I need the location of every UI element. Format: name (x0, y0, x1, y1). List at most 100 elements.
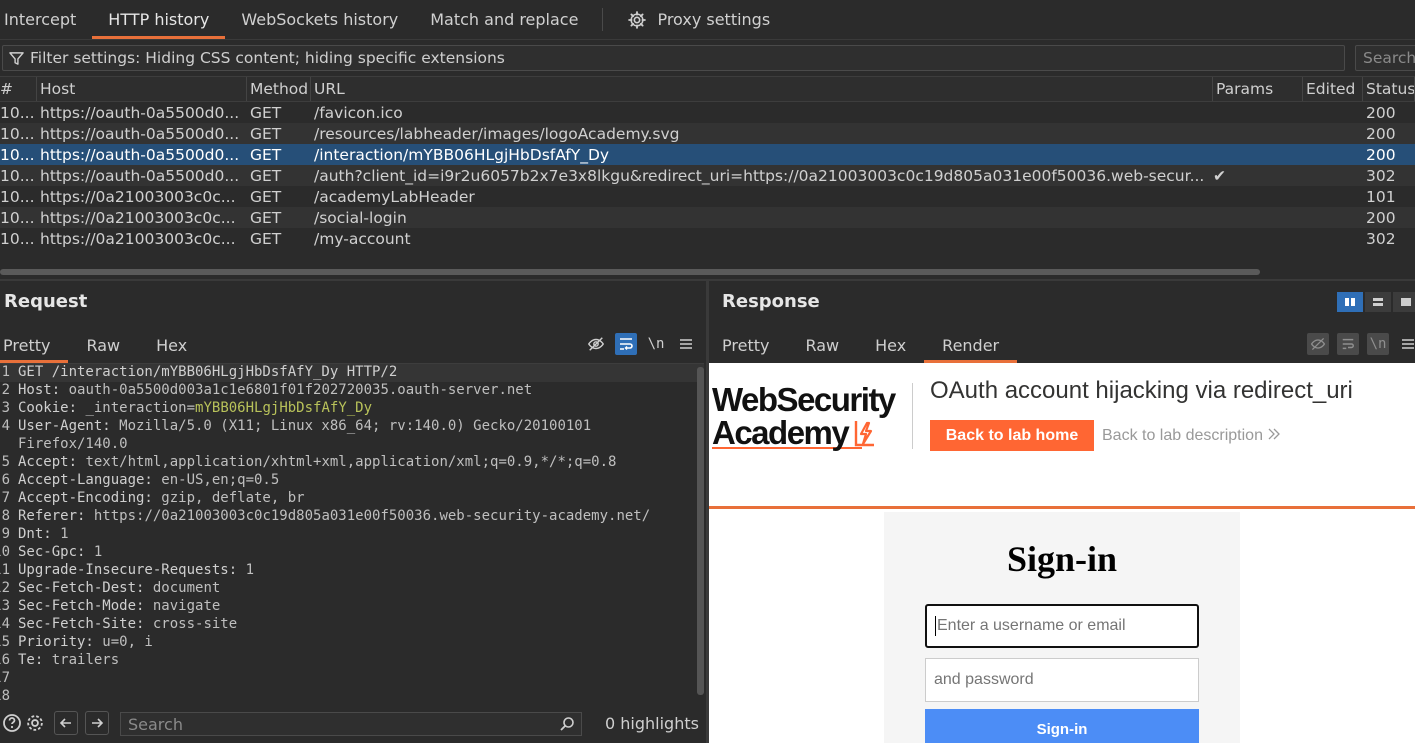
request-vertical-scrollbar[interactable] (697, 367, 704, 695)
back-to-lab-home-button[interactable]: Back to lab home (930, 420, 1094, 451)
header-value: trailers (43, 652, 120, 668)
previous-match-button[interactable] (54, 711, 78, 735)
col-edited[interactable]: Edited (1303, 77, 1363, 101)
web-security-academy-logo: WebSecurity Academy (712, 383, 912, 457)
cell-status: 200 (1366, 145, 1396, 164)
table-row[interactable]: 10... https://oauth-0a5500d0... GET/resour… (0, 123, 1415, 144)
menu-icon[interactable] (1397, 333, 1415, 355)
cell-url: /academyLabHeader (314, 187, 475, 206)
col-method[interactable]: Method (247, 77, 311, 101)
single-pane-icon[interactable] (1393, 292, 1415, 312)
menu-icon[interactable] (675, 333, 697, 355)
response-tab-raw[interactable]: Raw (787, 327, 857, 363)
cell-num: 10... (0, 229, 35, 248)
table-row[interactable]: 10... https://oauth-0a5500d0... GET/favico… (0, 102, 1415, 123)
hide-nonprintable-icon[interactable] (1307, 333, 1329, 355)
next-match-button[interactable] (85, 711, 109, 735)
filter-settings[interactable]: Filter settings: Hiding CSS content; hid… (2, 45, 1345, 71)
cell-status: 101 (1366, 187, 1396, 206)
line-number (0, 436, 12, 454)
cell-num: 10... (0, 208, 35, 227)
signin-button[interactable]: Sign-in (925, 709, 1199, 743)
request-tab-pretty[interactable]: Pretty (0, 327, 69, 363)
cell-num: 10... (0, 103, 35, 122)
line-number: 14 (0, 616, 10, 632)
history-search-input[interactable]: Search (1355, 45, 1415, 71)
col-params[interactable]: Params (1213, 77, 1303, 101)
header-value: _interaction= (77, 400, 196, 416)
header-value: 1 (51, 526, 69, 542)
request-tools: \n (585, 333, 697, 355)
tab-http-history[interactable]: HTTP history (92, 0, 226, 39)
split-horizontal-icon[interactable] (1365, 292, 1391, 312)
table-row[interactable]: 10... https://0a21003003c0c... GET/social-… (0, 207, 1415, 228)
line-content: Firefox/140.0 (12, 436, 128, 454)
request-bottom-bar: Search 0 highlights (0, 703, 707, 743)
rendered-page: WebSecurity Academy OAuth account hijack… (709, 363, 1415, 743)
col-host[interactable]: Host (37, 77, 247, 101)
back-to-lab-description-link[interactable]: Back to lab description (1102, 427, 1281, 445)
tab-websockets-history[interactable]: WebSockets history (225, 0, 414, 39)
logo-line-2: Academy (712, 414, 850, 451)
line-content: Accept: text/html,application/xhtml+xml,… (12, 454, 616, 472)
response-tools: \n (1307, 333, 1415, 355)
line-content: User-Agent: Mozilla/5.0 (X11; Linux x86_… (12, 418, 591, 436)
cell-url: /favicon.ico (314, 103, 403, 122)
word-wrap-icon[interactable] (1337, 333, 1359, 355)
col-number[interactable]: # (0, 77, 37, 101)
line-content: Sec-Fetch-Dest: document (12, 580, 220, 598)
word-wrap-icon[interactable] (615, 333, 637, 355)
tab-intercept[interactable]: Intercept (0, 0, 92, 39)
show-newlines-button[interactable]: \n (1367, 333, 1389, 355)
header-value: Firefox/140.0 (18, 436, 128, 452)
response-pane: Response Pretty Raw Hex Render \n WebSec… (709, 281, 1415, 743)
password-input[interactable]: and password (925, 658, 1199, 702)
help-icon[interactable] (0, 711, 24, 735)
settings-gear-icon[interactable] (23, 711, 47, 735)
header-value: u=0, i (93, 634, 153, 650)
header-key: Dnt: (18, 526, 52, 542)
username-placeholder: Enter a username or email (937, 617, 1126, 634)
table-row[interactable]: 10... https://oauth-0a5500d0... GET/auth?c… (0, 165, 1415, 186)
cell-host: https://oauth-0a5500d0... (40, 124, 240, 143)
tab-match-and-replace[interactable]: Match and replace (414, 0, 594, 39)
table-header: # Host Method URL Params Edited Status (0, 76, 1415, 102)
line-number: 12 (0, 580, 10, 596)
proxy-settings-button[interactable]: Proxy settings (611, 0, 786, 39)
cell-params: ✔ (1213, 166, 1226, 185)
header-value: 1 (237, 562, 255, 578)
request-editor[interactable]: 1 GET /interaction/mYBB06HLgjHbDsfAfY_Dy … (0, 363, 704, 703)
cell-method: GET (250, 145, 282, 164)
double-chevron-right-icon (1268, 428, 1281, 440)
split-vertical-icon[interactable] (1337, 292, 1363, 312)
response-tab-pretty[interactable]: Pretty (709, 327, 787, 363)
cell-host: https://0a21003003c0c... (40, 208, 236, 227)
table-row[interactable]: 10... https://oauth-0a5500d0... GET/intera… (0, 144, 1415, 165)
request-pane: Request Pretty Raw Hex \n 1 GET /interact… (0, 281, 707, 743)
username-input[interactable]: Enter a username or email (925, 604, 1199, 648)
request-tab-raw[interactable]: Raw (68, 327, 138, 363)
request-tab-hex[interactable]: Hex (138, 327, 205, 363)
show-newlines-button[interactable]: \n (645, 333, 667, 355)
request-search-placeholder: Search (128, 714, 183, 734)
table-horizontal-scrollbar[interactable] (0, 269, 1260, 275)
cell-method: GET (250, 187, 282, 206)
cell-params (1213, 228, 1303, 249)
table-row[interactable]: 10... https://0a21003003c0c... GET/academy… (0, 186, 1415, 207)
header-separator (912, 383, 913, 449)
response-tab-render[interactable]: Render (924, 327, 1018, 363)
response-tab-hex[interactable]: Hex (857, 327, 924, 363)
cell-edited (1303, 102, 1363, 123)
col-status[interactable]: Status (1363, 77, 1415, 101)
request-view-tabs: Pretty Raw Hex (0, 327, 205, 363)
request-search-input[interactable]: Search (120, 712, 582, 736)
header-key: Referer: (18, 508, 86, 524)
layout-toggle (1337, 292, 1415, 312)
code-line: 13Sec-Fetch-Mode: navigate (0, 598, 704, 616)
proxy-tabs: Intercept HTTP history WebSockets histor… (0, 0, 1415, 40)
proxy-settings-label: Proxy settings (657, 10, 771, 29)
header-key: Accept: (18, 454, 78, 470)
hide-nonprintable-icon[interactable] (585, 333, 607, 355)
table-row[interactable]: 10... https://0a21003003c0c... GET/my-acco… (0, 228, 1415, 249)
col-url[interactable]: URL (311, 77, 1213, 101)
